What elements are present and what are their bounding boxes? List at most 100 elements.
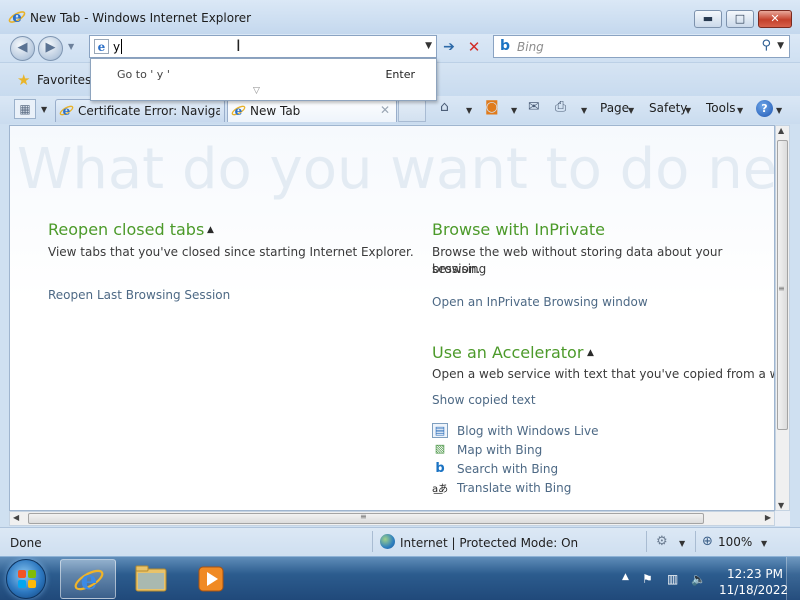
clock-time[interactable]: 12:23 PM (727, 567, 783, 581)
maximize-button[interactable]: □ (726, 10, 754, 28)
show-copied-text-link[interactable]: Show copied text (432, 393, 536, 407)
scroll-down-icon[interactable]: ▼ (778, 501, 784, 510)
tab-label: New Tab (250, 104, 301, 118)
accelerator-label[interactable]: Blog with Windows Live (457, 424, 599, 438)
network-icon[interactable]: ▥ (667, 572, 678, 586)
vertical-scrollbar[interactable]: ▲ ≡ ▼ (775, 125, 790, 511)
bing-icon: b (500, 38, 511, 54)
security-dropdown-icon[interactable]: ▼ (679, 539, 685, 548)
print-icon[interactable]: ⎙ (555, 99, 566, 115)
new-tab-page: What do you want to do next? Reopen clos… (9, 125, 775, 511)
tab-list-dropdown-icon[interactable]: ▼ (41, 105, 47, 114)
show-desktop-button[interactable] (786, 557, 800, 600)
action-center-flag-icon[interactable]: ⚑ (642, 572, 653, 586)
scrollbar-corner (775, 511, 790, 526)
back-button[interactable]: ◀ (10, 36, 35, 61)
tab-certificate-error[interactable]: e Certificate Error: Navigati... (55, 99, 225, 122)
enter-hint: Enter (385, 68, 415, 81)
safety-menu-dropdown-icon[interactable]: ▼ (685, 106, 691, 115)
ibeam-cursor-icon: I (236, 36, 241, 55)
zoom-level[interactable]: 100% (718, 535, 752, 549)
feeds-icon[interactable]: ◙ (485, 99, 499, 115)
page-menu-dropdown-icon[interactable]: ▼ (628, 106, 634, 115)
svg-text:e: e (12, 8, 22, 26)
search-box[interactable]: b Bing ⚲ ▼ (493, 35, 790, 58)
internet-zone-globe-icon (380, 534, 395, 549)
start-button[interactable] (6, 559, 46, 599)
new-tab-button[interactable] (398, 99, 426, 122)
address-bar[interactable]: e y I ▼ (89, 35, 437, 58)
status-separator (695, 531, 696, 552)
folder-icon (135, 565, 167, 592)
help-icon[interactable]: ? (756, 100, 773, 117)
safety-menu[interactable]: Safety (649, 101, 687, 115)
map-icon: ▧ (434, 442, 446, 455)
security-zone-text[interactable]: Internet | Protected Mode: On (400, 536, 578, 550)
accelerator-heading: Use an Accelerator (432, 343, 584, 362)
show-hidden-icons-icon[interactable]: ▲ (622, 572, 629, 582)
collapse-reopen-icon[interactable]: ▲ (207, 225, 214, 235)
home-dropdown-icon[interactable]: ▼ (466, 106, 472, 115)
accelerator-description: Open a web service with text that you've… (432, 367, 775, 381)
security-settings-icon[interactable]: ⚙ (656, 534, 668, 549)
maximize-icon: □ (734, 12, 746, 25)
reopen-last-session-link[interactable]: Reopen Last Browsing Session (48, 288, 230, 302)
goto-suggestion[interactable]: Go to ' y ' (117, 68, 170, 81)
open-inprivate-link[interactable]: Open an InPrivate Browsing window (432, 295, 648, 309)
search-placeholder[interactable]: Bing (517, 40, 544, 54)
help-dropdown-icon[interactable]: ▼ (776, 106, 782, 115)
taskbar-windows-explorer[interactable] (122, 559, 178, 599)
zoom-dropdown-icon[interactable]: ▼ (761, 539, 767, 548)
mail-icon[interactable]: ✉ (528, 99, 540, 115)
clock-date[interactable]: 11/18/2022 (719, 583, 788, 597)
stop-button[interactable]: ✕ (465, 38, 483, 56)
volume-muted-icon[interactable]: 🔈 (691, 572, 706, 586)
search-options-dropdown-icon[interactable]: ▼ (777, 41, 784, 51)
quick-tabs-button[interactable]: ▦ (14, 99, 36, 119)
blog-icon: ▤ (432, 423, 448, 438)
expand-suggestions-icon[interactable]: ▽ (253, 86, 260, 96)
scroll-grip-icon: ≡ (778, 284, 785, 293)
page-menu[interactable]: Page (600, 101, 629, 115)
status-bar: Done Internet | Protected Mode: On ⚙ ▼ ⊕… (0, 527, 800, 555)
go-button[interactable]: ➔ (440, 38, 458, 56)
collapse-accelerator-icon[interactable]: ▲ (587, 348, 594, 358)
svg-text:e: e (235, 104, 243, 118)
svg-text:e: e (98, 40, 106, 54)
forward-arrow-icon: ▶ (45, 40, 56, 55)
tab-new-tab[interactable]: e New Tab ✕ (227, 99, 397, 122)
scroll-up-icon[interactable]: ▲ (778, 126, 784, 135)
forward-button[interactable]: ▶ (38, 36, 63, 61)
address-dropdown-icon[interactable]: ▼ (425, 41, 432, 51)
minimize-button[interactable]: ▬ (694, 10, 722, 28)
recent-pages-dropdown-icon[interactable]: ▼ (68, 42, 74, 51)
minimize-icon: ▬ (702, 12, 714, 25)
scroll-left-icon[interactable]: ◀ (13, 513, 19, 522)
taskbar-internet-explorer[interactable]: e (60, 559, 116, 599)
accelerator-label[interactable]: Translate with Bing (457, 481, 571, 495)
tab-ie-icon: e (231, 104, 246, 118)
zoom-icon[interactable]: ⊕ (702, 534, 713, 549)
close-icon: ✕ (770, 12, 780, 25)
scroll-right-icon[interactable]: ▶ (765, 513, 771, 522)
inprivate-description-line2: session. (432, 262, 481, 276)
address-input[interactable]: y (113, 40, 120, 54)
feeds-dropdown-icon[interactable]: ▼ (511, 106, 517, 115)
search-icon[interactable]: ⚲ (761, 38, 771, 53)
inprivate-heading: Browse with InPrivate (432, 220, 606, 239)
taskbar: e ▲ ⚑ ▥ 🔈 12:23 PM 11/18/2022 (0, 556, 800, 600)
horizontal-scrollbar[interactable]: ◀ ≡ ▶ (9, 511, 775, 526)
tools-menu[interactable]: Tools (706, 101, 736, 115)
home-icon[interactable]: ⌂ (440, 99, 449, 115)
status-separator (372, 531, 373, 552)
taskbar-media-player[interactable] (184, 559, 240, 599)
favorites-button[interactable]: Favorites (37, 73, 91, 87)
tools-menu-dropdown-icon[interactable]: ▼ (737, 106, 743, 115)
accelerator-label[interactable]: Map with Bing (457, 443, 542, 457)
close-tab-icon[interactable]: ✕ (380, 103, 390, 117)
print-dropdown-icon[interactable]: ▼ (581, 106, 587, 115)
favorites-star-icon[interactable]: ★ (17, 71, 30, 89)
tab-label: Certificate Error: Navigati... (78, 104, 220, 118)
close-button[interactable]: ✕ (758, 10, 792, 28)
accelerator-label[interactable]: Search with Bing (457, 462, 558, 476)
